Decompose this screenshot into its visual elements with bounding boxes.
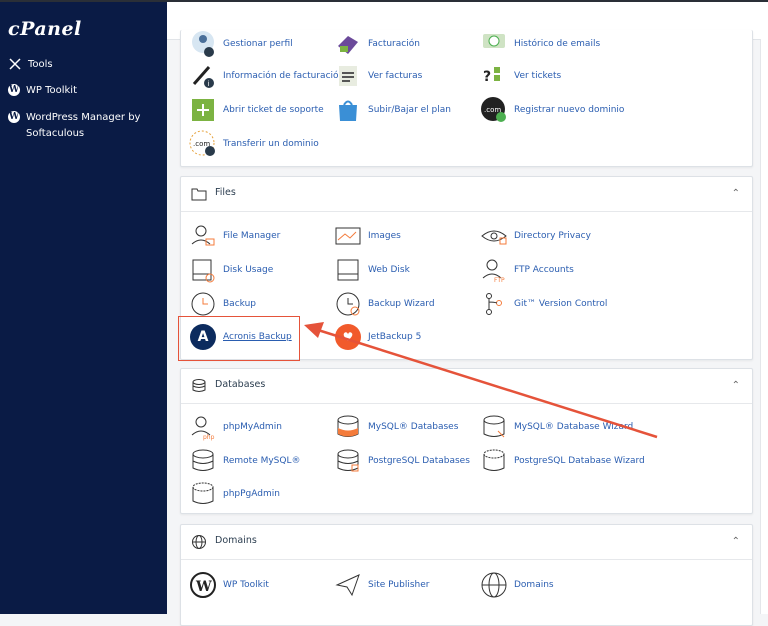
chevron-up-icon[interactable]: ⌃ [732, 188, 740, 199]
globe-icon [480, 571, 508, 599]
informacion-facturacion-link[interactable]: i Información de facturación [189, 62, 344, 90]
postgresql-databases-link[interactable]: PostgreSQL Databases [334, 447, 470, 475]
jetbackup-icon: ♥ [334, 323, 362, 351]
svg-text:php: php [203, 434, 215, 441]
acronis-highlight-box [178, 316, 300, 361]
transfer-domain-icon: .com [189, 130, 217, 158]
chevron-up-icon[interactable]: ⌃ [732, 536, 740, 547]
backup-link[interactable]: Backup [189, 290, 256, 318]
site-publisher-link[interactable]: Site Publisher [334, 571, 429, 599]
svg-text:W: W [195, 579, 212, 595]
directory-privacy-link[interactable]: Directory Privacy [480, 222, 591, 250]
globe-icon [192, 535, 206, 549]
files-title: Files [215, 187, 236, 198]
phpmyadmin-link[interactable]: php phpMyAdmin [189, 413, 282, 441]
git-icon [480, 290, 508, 318]
abrir-ticket-link[interactable]: Abrir ticket de soporte [189, 96, 324, 124]
right-edge-strip [760, 39, 768, 614]
mysql-database-wizard-link[interactable]: MySQL® Database Wizard [480, 413, 633, 441]
postgresql-database-wizard-link[interactable]: PostgreSQL Database Wizard [480, 447, 645, 475]
transferir-dominio-link[interactable]: .com Transferir un dominio [189, 130, 319, 158]
databases-panel: Databases ⌃ php phpMyAdmin MySQL® Databa… [180, 368, 753, 514]
sidebar-item-label: WordPress Manager by Softaculous [26, 112, 141, 139]
disk-usage-icon [189, 256, 217, 284]
account-panel: Gestionar perfil Facturación Histórico d… [180, 30, 753, 167]
wordpress-icon: W [189, 571, 217, 599]
postgresql-wizard-icon [480, 447, 508, 475]
remote-mysql-link[interactable]: Remote MySQL® [189, 447, 301, 475]
phppgadmin-icon [189, 480, 217, 508]
facturacion-link[interactable]: Facturación [334, 30, 420, 58]
billing-icon [334, 30, 362, 58]
cpanel-logo[interactable]: cPanel [8, 18, 82, 40]
svg-text:i: i [208, 80, 210, 88]
support-ticket-icon [189, 96, 217, 124]
domains-link[interactable]: Domains [480, 571, 554, 599]
ver-tickets-link[interactable]: ? Ver tickets [480, 62, 561, 90]
sidebar-item-label: WP Toolkit [26, 85, 78, 96]
sidebar-item-wordpress-manager[interactable]: W WordPress Manager by Softaculous [8, 110, 148, 142]
sidebar-item-tools[interactable]: Tools [8, 57, 53, 73]
tools-icon [9, 58, 21, 70]
file-manager-icon [189, 222, 217, 250]
disk-usage-link[interactable]: Disk Usage [189, 256, 273, 284]
register-domain-icon: .com [480, 96, 508, 124]
sidebar-item-wp-toolkit[interactable]: W WP Toolkit [8, 83, 77, 99]
email-history-icon [480, 30, 508, 58]
svg-text:FTP: FTP [494, 277, 505, 284]
mysql-icon [334, 413, 362, 441]
mysql-databases-link[interactable]: MySQL® Databases [334, 413, 458, 441]
phpmyadmin-icon: php [189, 413, 217, 441]
images-link[interactable]: Images [334, 222, 401, 250]
plan-bag-icon [334, 96, 362, 124]
subir-bajar-plan-link[interactable]: Subir/Bajar el plan [334, 96, 451, 124]
sidebar: cPanel Tools W WP Toolkit W WordPress Ma… [0, 2, 167, 614]
jetbackup-link[interactable]: ♥ JetBackup 5 [334, 323, 421, 351]
ftp-icon: FTP [480, 256, 508, 284]
user-profile-icon [189, 30, 217, 58]
git-version-control-link[interactable]: Git™ Version Control [480, 290, 607, 318]
registrar-dominio-link[interactable]: .com Registrar nuevo dominio [480, 96, 624, 124]
historico-emails-link[interactable]: Histórico de emails [480, 30, 600, 58]
domains-panel: Domains ⌃ W WP Toolkit Site Publisher Do… [180, 524, 753, 626]
wordpress-icon: W [8, 111, 20, 123]
images-icon [334, 222, 362, 250]
ticket-icon: ? [480, 62, 508, 90]
postgresql-icon [334, 447, 362, 475]
sidebar-item-label: Tools [28, 59, 53, 70]
domains-header[interactable]: Domains ⌃ [181, 525, 752, 560]
file-manager-link[interactable]: File Manager [189, 222, 280, 250]
ver-facturas-link[interactable]: Ver facturas [334, 62, 422, 90]
files-header[interactable]: Files ⌃ [181, 177, 752, 212]
eye-icon [480, 222, 508, 250]
paper-plane-icon [334, 571, 362, 599]
databases-header[interactable]: Databases ⌃ [181, 369, 752, 404]
database-icon [192, 379, 206, 392]
ftp-accounts-link[interactable]: FTP FTP Accounts [480, 256, 574, 284]
wp-toolkit-link[interactable]: W WP Toolkit [189, 571, 269, 599]
svg-text:?: ? [483, 69, 491, 85]
backup-wizard-link[interactable]: Backup Wizard [334, 290, 435, 318]
web-disk-link[interactable]: Web Disk [334, 256, 410, 284]
remote-mysql-icon [189, 447, 217, 475]
wordpress-icon: W [8, 84, 20, 96]
backup-icon [189, 290, 217, 318]
gestionar-perfil-link[interactable]: Gestionar perfil [189, 30, 293, 58]
folder-icon [191, 188, 207, 201]
domains-title: Domains [215, 535, 257, 546]
web-disk-icon [334, 256, 362, 284]
databases-title: Databases [215, 379, 266, 390]
backup-wizard-icon [334, 290, 362, 318]
phppgadmin-link[interactable]: phpPgAdmin [189, 480, 280, 508]
edit-billing-icon: i [189, 62, 217, 90]
mysql-wizard-icon [480, 413, 508, 441]
chevron-up-icon[interactable]: ⌃ [732, 380, 740, 391]
invoice-icon [334, 62, 362, 90]
